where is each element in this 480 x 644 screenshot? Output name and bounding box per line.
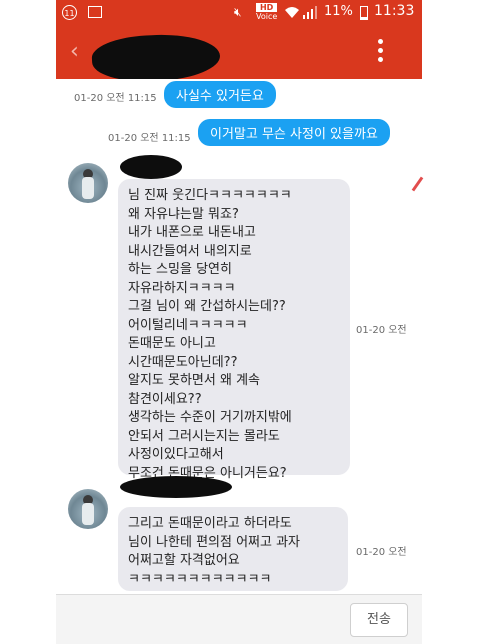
photo-icon (88, 6, 102, 18)
message-line: 생각하는 수준이 거기까지밖에 (128, 410, 292, 425)
notification-icon: 11 (62, 5, 77, 20)
message-line: 그리고 돈때문이라고 하더라도 (128, 516, 292, 531)
message-line: 왜 자유냐는말 뭐죠? (128, 206, 239, 222)
message-line: 그걸 님이 왜 간섭하시는데?? (128, 299, 286, 314)
avatar[interactable] (68, 489, 108, 529)
app-bar: ‹ (56, 27, 422, 85)
battery-icon (360, 6, 368, 20)
message-line: 안되서 그러시는지는 몰라도 (128, 428, 280, 444)
message-line: 알지도 못하면서 왜 계속 (128, 373, 260, 388)
more-vert-icon[interactable] (378, 39, 384, 66)
mute-icon: 🔇︎ (234, 5, 242, 19)
avatar[interactable] (68, 163, 108, 203)
battery-percent: 11% (324, 4, 353, 19)
message-line: 돈때문도 아니고 (128, 336, 216, 351)
message-line: 어이털리네ㅋㅋㅋㅋㅋ (128, 317, 248, 333)
wifi-icon (285, 7, 299, 18)
hd-label: HD (256, 3, 278, 12)
sent-message[interactable]: 사실수 있거든요 (164, 81, 276, 108)
chat-area[interactable]: 01-20 오전 11:15 사실수 있거든요 01-20 오전 11:15 이… (56, 79, 422, 594)
message-line: 님이 나한테 편의점 어쩌고 과자 (128, 534, 301, 550)
signal-icon (303, 6, 317, 19)
message-input[interactable] (64, 603, 338, 637)
contact-name-redaction (90, 31, 222, 85)
chevron-left-icon[interactable]: ‹ (70, 41, 79, 63)
messenger-screen: 11 🔇︎ HD Voice 11% 11:33 ‹ 01-20 오전 11:1… (56, 0, 422, 644)
sender-name-redaction (120, 476, 232, 498)
sender-name-redaction (120, 155, 182, 179)
message-input-bar: 전송 (56, 594, 422, 644)
message-time: 01-20 오전 11:15 (108, 133, 191, 144)
message-line: 자유라하지ㅋㅋㅋㅋ (128, 280, 236, 296)
voice-label: Voice (256, 12, 278, 21)
received-message[interactable]: 그리고 돈때문이라고 하더라도 님이 나한테 편의점 어쩌고 과자 어쩌고할 자… (118, 507, 348, 591)
message-line: 어쩌고할 자격없어요 (128, 553, 240, 568)
message-line: 내시간들여서 내의지로 (128, 243, 252, 259)
hd-voice-icon: HD Voice (256, 3, 278, 21)
message-line: 참견이세요?? (128, 391, 202, 407)
received-message[interactable]: 님 진짜 웃긴다ㅋㅋㅋㅋㅋㅋㅋ 왜 자유냐는말 뭐죠? 내가 내폰으로 내돈내고… (118, 179, 350, 481)
message-line: 내가 내폰으로 내돈내고 (128, 225, 256, 240)
message-line: 사정이있다고해서 (128, 447, 224, 462)
send-button[interactable]: 전송 (350, 603, 408, 637)
message-time: 01-20 오전 (356, 325, 407, 336)
status-time: 11:33 (374, 3, 415, 19)
status-bar: 11 🔇︎ HD Voice 11% 11:33 (56, 0, 422, 27)
message-time: 01-20 오전 11:15 (74, 93, 157, 104)
message-line: ㅋㅋㅋㅋㅋㅋㅋㅋㅋㅋㅋㅋ (128, 571, 272, 587)
message-line: 시간때문도아닌데?? (128, 354, 238, 370)
message-line: 하는 스밍을 당연히 (128, 262, 232, 277)
message-line: 님 진짜 웃긴다ㅋㅋㅋㅋㅋㅋㅋ (128, 188, 292, 203)
message-time: 01-20 오전 (356, 547, 407, 558)
sent-message[interactable]: 이거말고 무슨 사정이 있을까요 (198, 119, 390, 146)
